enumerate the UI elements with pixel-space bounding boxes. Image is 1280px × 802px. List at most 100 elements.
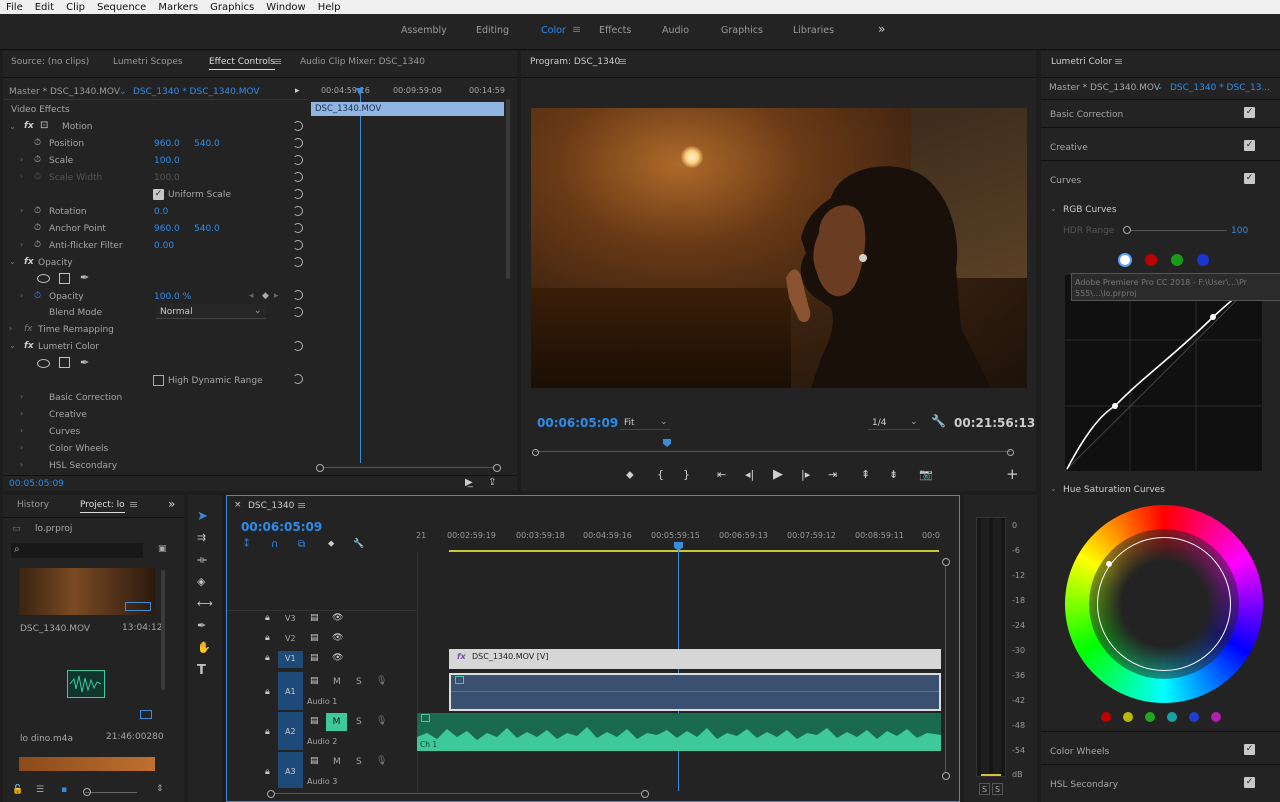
effect-controls-timecode[interactable]: 00:05:05:09 [9,479,64,489]
wrench-icon[interactable]: 🔧 [353,539,364,549]
lock-icon[interactable]: 🔒︎ [265,633,270,643]
hsl-secondary-section[interactable]: HSL Secondary [1050,780,1118,790]
transform-icon[interactable]: ⊡ [40,120,48,131]
basic-correction-label[interactable]: Basic Correction [49,393,122,403]
uniform-scale-reset-icon[interactable] [293,189,303,199]
scale-reset-icon[interactable] [293,155,303,165]
menu-graphics[interactable]: Graphics [210,2,254,13]
extract-icon[interactable]: ⇟ [889,468,898,481]
workspace-assembly[interactable]: Assembly [401,25,447,36]
camera-icon[interactable]: 📷 [919,468,933,481]
resolution-select[interactable]: 1/4 ⌄ [868,415,920,430]
tab-source[interactable]: Source: (no clips) [11,57,89,67]
hsl-secondary-checkbox[interactable]: ✓ [1244,777,1255,788]
position-y-value[interactable]: 540.0 [194,139,220,149]
menu-markers[interactable]: Markers [158,2,198,13]
mute-button-active[interactable]: M [326,713,347,731]
workspace-libraries[interactable]: Libraries [793,25,834,36]
position-reset-icon[interactable] [293,138,303,148]
program-playhead[interactable] [663,439,671,447]
hsl-expand-icon[interactable]: › [20,460,23,469]
opacity-value[interactable]: 100.0 % [154,292,191,302]
white-channel-button[interactable] [1118,253,1132,267]
pen-mask-icon[interactable]: ✒ [80,271,89,284]
lock-icon[interactable]: 🔓 [12,785,23,795]
mic-icon[interactable]: 🎙︎ [376,676,387,686]
panel-menu-icon[interactable]: ≡ [297,499,306,512]
go-to-in-icon[interactable]: ⇤ [717,468,726,481]
hue-sat-expand-icon[interactable]: ⌄ [1050,484,1057,493]
audio-clip-a2[interactable]: Ch 1 [417,713,941,751]
hdr-checkbox[interactable] [153,375,164,386]
panel-menu-icon[interactable]: ≡ [273,55,282,68]
green-channel-button[interactable] [1171,254,1183,266]
solo-right-button[interactable]: S [992,783,1003,795]
lock-icon[interactable]: 🔒︎ [265,727,270,737]
workspace-graphics[interactable]: Graphics [721,25,763,36]
cyan-dot[interactable] [1167,712,1177,722]
fit-select[interactable]: Fit ⌄ [620,415,670,430]
hdr-reset-icon[interactable] [293,374,303,384]
scale-width-reset-icon[interactable] [293,172,303,182]
workspace-audio[interactable]: Audio [662,25,689,36]
marker-icon[interactable]: ⬥ [626,468,634,482]
lock-icon[interactable]: 🔒︎ [265,687,270,697]
track-label-a2[interactable]: A2 [285,727,296,736]
vertical-scrollbar[interactable] [945,566,946,772]
project-scrollbar[interactable] [161,570,165,690]
step-back-icon[interactable]: ◂| [745,468,754,481]
opacity-reset-icon[interactable] [293,290,303,300]
menu-help[interactable]: Help [318,2,341,13]
rectangle-mask-icon[interactable] [59,357,70,368]
scrollbar[interactable] [506,99,510,279]
zoom-slider[interactable] [85,792,137,793]
blend-reset-icon[interactable] [293,307,303,317]
stopwatch-icon[interactable]: ⏱ [34,206,41,216]
chevron-down-icon[interactable]: ⌄ [1156,82,1164,92]
clip-name[interactable]: DSC_1340.MOV [20,624,90,634]
curves-label[interactable]: Curves [49,427,80,437]
workspace-color[interactable]: Color [541,25,566,36]
pen-mask-icon[interactable]: ✒ [80,356,89,369]
scale-expand-icon[interactable]: › [20,155,23,164]
mini-timeline-scrollbar[interactable] [316,464,501,472]
antiflicker-expand-icon[interactable]: › [20,240,23,249]
prev-keyframe-icon[interactable]: ◂ [249,291,254,301]
solo-button[interactable]: S [356,677,362,687]
blend-mode-select[interactable]: Normal ⌄ [156,304,266,319]
stopwatch-icon[interactable]: ⏱ [34,155,41,165]
sync-lock-icon[interactable]: ▤ [310,676,319,686]
clip-thumbnail[interactable] [19,568,155,615]
program-title[interactable]: Program: DSC_1340 [530,57,620,67]
solo-left-button[interactable]: S [979,783,990,795]
menu-clip[interactable]: Clip [66,2,85,13]
pen-tool-icon[interactable]: ✒ [197,619,206,632]
play-icon[interactable]: ▶ [773,467,783,482]
filter-icon[interactable]: ▶̲ [465,477,473,488]
add-marker-icon[interactable]: ⬥ [328,539,334,549]
workspace-menu-icon[interactable]: ≡ [572,23,581,36]
sync-lock-icon[interactable]: ▤ [310,653,319,663]
creative-section[interactable]: Creative [1050,143,1088,153]
lock-icon[interactable]: 🔒︎ [265,613,270,623]
mini-clip-bar[interactable]: DSC_1340.MOV [311,102,504,116]
master-clip-label[interactable]: Master * DSC_1340.MOV [9,87,120,97]
v-scroll-bottom[interactable] [942,772,950,780]
stopwatch-icon[interactable]: ⏱ [34,138,41,148]
red-channel-button[interactable] [1145,254,1157,266]
menu-file[interactable]: File [6,2,23,13]
rotation-expand-icon[interactable]: › [20,206,23,215]
h-scroll-left[interactable] [267,790,275,798]
time-remap-expand-icon[interactable]: › [9,324,12,333]
anchor-y-value[interactable]: 540.0 [194,224,220,234]
workspace-editing[interactable]: Editing [476,25,509,36]
fx-icon[interactable]: fx [24,121,34,131]
h-scroll-right[interactable] [641,790,649,798]
program-timecode[interactable]: 00:06:05:09 [537,416,618,430]
yellow-dot[interactable] [1123,712,1133,722]
mic-icon[interactable]: 🎙︎ [376,756,387,766]
hsl-secondary-label[interactable]: HSL Secondary [49,461,117,471]
stopwatch-icon[interactable]: ⏱ [34,223,41,233]
color-wheels-label[interactable]: Color Wheels [49,444,108,454]
panel-menu-icon[interactable]: ≡ [129,498,138,511]
